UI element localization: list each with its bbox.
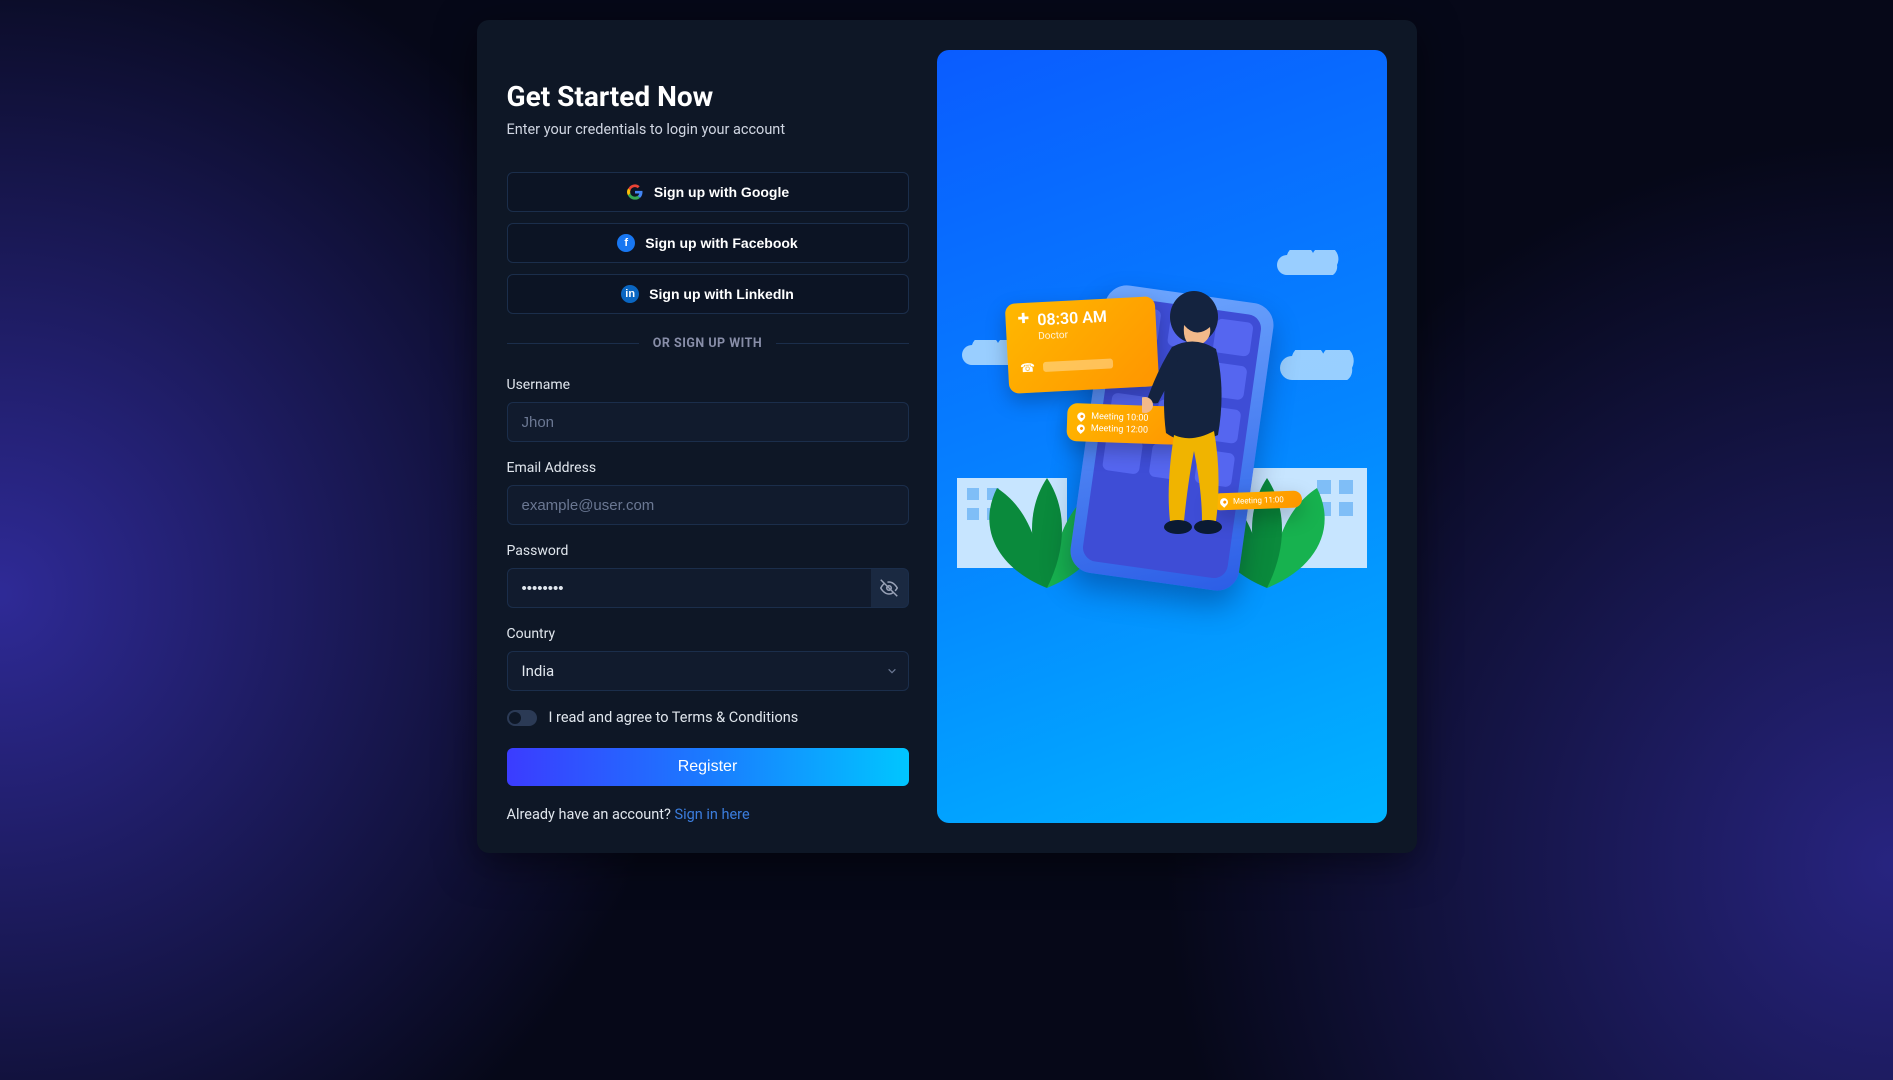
terms-toggle[interactable]	[507, 710, 537, 726]
signup-facebook-button[interactable]: f Sign up with Facebook	[507, 223, 909, 263]
person-graphic	[1142, 287, 1252, 587]
facebook-icon: f	[617, 234, 635, 252]
register-button[interactable]: Register	[507, 748, 909, 786]
signup-card: Get Started Now Enter your credentials t…	[477, 20, 1417, 853]
signup-facebook-label: Sign up with Facebook	[645, 235, 797, 251]
signup-google-label: Sign up with Google	[654, 184, 789, 200]
username-input[interactable]	[507, 402, 909, 442]
signup-linkedin-label: Sign up with LinkedIn	[649, 286, 794, 302]
divider: OR SIGN UP WITH	[507, 336, 909, 351]
have-account-text: Already have an account?	[507, 806, 675, 823]
appointment-time: 08:30 AM	[1036, 307, 1106, 330]
eye-off-icon	[880, 579, 898, 597]
country-select[interactable]: India	[507, 651, 909, 691]
terms-text: I read and agree to Terms & Conditions	[549, 709, 799, 726]
linkedin-icon: in	[621, 285, 639, 303]
google-icon	[626, 183, 644, 201]
meeting-1: Meeting 10:00	[1091, 412, 1149, 424]
signup-google-button[interactable]: Sign up with Google	[507, 172, 909, 212]
form-panel: Get Started Now Enter your credentials t…	[507, 50, 909, 823]
appointment-role: Doctor	[1037, 328, 1107, 343]
divider-text: OR SIGN UP WITH	[653, 336, 762, 351]
email-input[interactable]	[507, 485, 909, 525]
signin-row: Already have an account? Sign in here	[507, 806, 909, 823]
password-label: Password	[507, 543, 909, 559]
password-input[interactable]	[507, 568, 871, 608]
username-label: Username	[507, 377, 909, 393]
appointment-card: ✚ 08:30 AM Doctor ☎	[1004, 296, 1159, 394]
meeting-2: Meeting 12:00	[1090, 424, 1148, 436]
page-subtitle: Enter your credentials to login your acc…	[507, 121, 909, 138]
signin-link[interactable]: Sign in here	[674, 806, 749, 823]
password-visibility-toggle[interactable]	[871, 568, 909, 608]
illustration-panel: ✚ 08:30 AM Doctor ☎ Meeting 10:00 Meetin…	[937, 50, 1387, 823]
signup-linkedin-button[interactable]: in Sign up with LinkedIn	[507, 274, 909, 314]
email-label: Email Address	[507, 460, 909, 476]
page-title: Get Started Now	[507, 80, 909, 113]
country-label: Country	[507, 626, 909, 642]
